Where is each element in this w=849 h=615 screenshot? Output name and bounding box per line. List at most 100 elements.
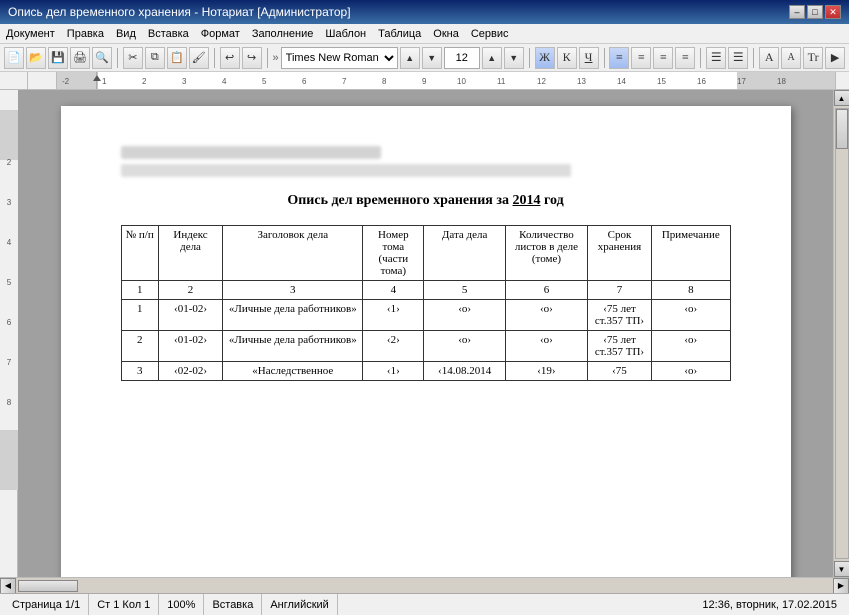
cell-title-2: «Личные дела работников» [223, 331, 363, 362]
cell-notes-3: ‹о› [652, 362, 730, 381]
font-down-button[interactable]: ▼ [422, 47, 442, 69]
font-color-button[interactable]: A [759, 47, 779, 69]
size-down-button[interactable]: ▼ [504, 47, 524, 69]
menu-service[interactable]: Сервис [465, 26, 515, 42]
scroll-down-button[interactable]: ▼ [834, 561, 849, 577]
svg-text:8: 8 [382, 77, 387, 86]
font-up-button[interactable]: ▲ [400, 47, 420, 69]
close-button[interactable]: ✕ [825, 5, 841, 19]
svg-text:14: 14 [617, 77, 626, 86]
align-justify-button[interactable]: ≡ [675, 47, 695, 69]
num-list-button[interactable]: ☰ [728, 47, 748, 69]
header-title: Заголовок дела [223, 226, 363, 281]
status-bar: Страница 1/1 Ст 1 Кол 1 100% Вставка Анг… [0, 593, 849, 615]
svg-text:7: 7 [7, 358, 12, 367]
blur-line-1 [121, 146, 381, 159]
inventory-table: № п/п Индекс дела Заголовок дела Номер т… [121, 225, 731, 381]
cell-sheets-2: ‹о› [506, 331, 588, 362]
blur-line-2 [121, 164, 571, 177]
left-ruler: 1 2 3 4 5 6 7 8 [0, 90, 18, 577]
scroll-thumb[interactable] [836, 109, 848, 149]
print-button[interactable]: 🖨 [70, 47, 90, 69]
status-language: Английский [262, 594, 338, 615]
list-button[interactable]: ☰ [706, 47, 726, 69]
menu-view[interactable]: Вид [110, 26, 142, 42]
cell-title-3: «Наследственное [223, 362, 363, 381]
align-center-button[interactable]: ≡ [631, 47, 651, 69]
menu-format[interactable]: Формат [195, 26, 246, 42]
size-up-button[interactable]: ▲ [482, 47, 502, 69]
h-scroll-thumb[interactable] [18, 580, 78, 592]
ruler: // This won't execute in SVG context, dr… [0, 72, 849, 90]
align-right-button[interactable]: ≡ [653, 47, 673, 69]
h-scroll-track[interactable] [16, 579, 833, 593]
ruler-inner: // This won't execute in SVG context, dr… [56, 72, 836, 89]
svg-text:-2: -2 [62, 77, 70, 86]
redo-button[interactable]: ↪ [242, 47, 262, 69]
paste-button[interactable]: 📋 [167, 47, 187, 69]
open-button[interactable]: 📂 [26, 47, 46, 69]
header-index: Индекс дела [158, 226, 222, 281]
special-btn[interactable]: Tr [803, 47, 823, 69]
svg-text:9: 9 [422, 77, 427, 86]
save-button[interactable]: 💾 [48, 47, 68, 69]
status-zoom: 100% [159, 594, 204, 615]
scroll-track[interactable] [835, 108, 849, 559]
subheader-2: 2 [158, 281, 222, 300]
svg-text:7: 7 [342, 77, 347, 86]
svg-text:3: 3 [7, 198, 12, 207]
menu-edit[interactable]: Правка [61, 26, 110, 42]
menu-fill[interactable]: Заполнение [246, 26, 320, 42]
font-size-btn2[interactable]: A [781, 47, 801, 69]
menu-document[interactable]: Документ [0, 26, 61, 42]
header-num: № п/п [121, 226, 158, 281]
cell-vol-3: ‹1› [363, 362, 424, 381]
subheader-3: 3 [223, 281, 363, 300]
font-selector[interactable]: Times New Roman [281, 47, 398, 69]
new-button[interactable]: 📄 [4, 47, 24, 69]
scroll-area[interactable]: Опись дел временного хранения за 2014 го… [18, 90, 833, 577]
copy-button[interactable]: ⧉ [145, 47, 165, 69]
menu-insert[interactable]: Вставка [142, 26, 195, 42]
bold-button[interactable]: Ж [535, 47, 555, 69]
preview-button[interactable]: 🔍 [92, 47, 112, 69]
cell-index-2: ‹01-02› [158, 331, 222, 362]
cell-date-1: ‹о› [424, 300, 506, 331]
subheader-5: 5 [424, 281, 506, 300]
font-size-input[interactable]: 12 [444, 47, 480, 69]
undo-button[interactable]: ↩ [220, 47, 240, 69]
minimize-button[interactable]: – [789, 5, 805, 19]
header-notes: Примечание [652, 226, 730, 281]
menu-template[interactable]: Шаблон [319, 26, 372, 42]
scroll-up-button[interactable]: ▲ [834, 90, 849, 106]
align-left-button[interactable]: ≡ [609, 47, 629, 69]
svg-text:18: 18 [777, 77, 786, 86]
underline-button[interactable]: Ч [579, 47, 599, 69]
italic-button[interactable]: К [557, 47, 577, 69]
menu-windows[interactable]: Окна [427, 26, 465, 42]
separator-7 [753, 48, 754, 68]
maximize-button[interactable]: □ [807, 5, 823, 19]
scroll-right-button[interactable]: ▶ [833, 578, 849, 594]
cell-storage-1: ‹75 лет ст.357 ТП› [587, 300, 651, 331]
scroll-left-button[interactable]: ◀ [0, 578, 16, 594]
table-row: 1 ‹01-02› «Личные дела работников» ‹1› ‹… [121, 300, 730, 331]
format-paint-button[interactable]: 🖌 [189, 47, 209, 69]
window-title: Опись дел временного хранения - Нотариат… [8, 5, 351, 19]
cell-sheets-1: ‹о› [506, 300, 588, 331]
more-button[interactable]: ▶ [825, 47, 845, 69]
cell-sheets-3: ‹19› [506, 362, 588, 381]
toolbar: 📄 📂 💾 🖨 🔍 ✂ ⧉ 📋 🖌 ↩ ↪ » Times New Roman … [0, 44, 849, 72]
subheader-6: 6 [506, 281, 588, 300]
cut-button[interactable]: ✂ [123, 47, 143, 69]
title-bar: Опись дел временного хранения - Нотариат… [0, 0, 849, 24]
menu-table[interactable]: Таблица [372, 26, 427, 42]
title-text-main: Опись дел временного хранения за [287, 193, 512, 208]
cell-vol-2: ‹2› [363, 331, 424, 362]
svg-text:1: 1 [102, 77, 107, 86]
separator-6 [700, 48, 701, 68]
subheader-4: 4 [363, 281, 424, 300]
cell-index-3: ‹02-02› [158, 362, 222, 381]
status-mode: Вставка [204, 594, 262, 615]
cell-storage-2: ‹75 лет ст.357 ТП› [587, 331, 651, 362]
